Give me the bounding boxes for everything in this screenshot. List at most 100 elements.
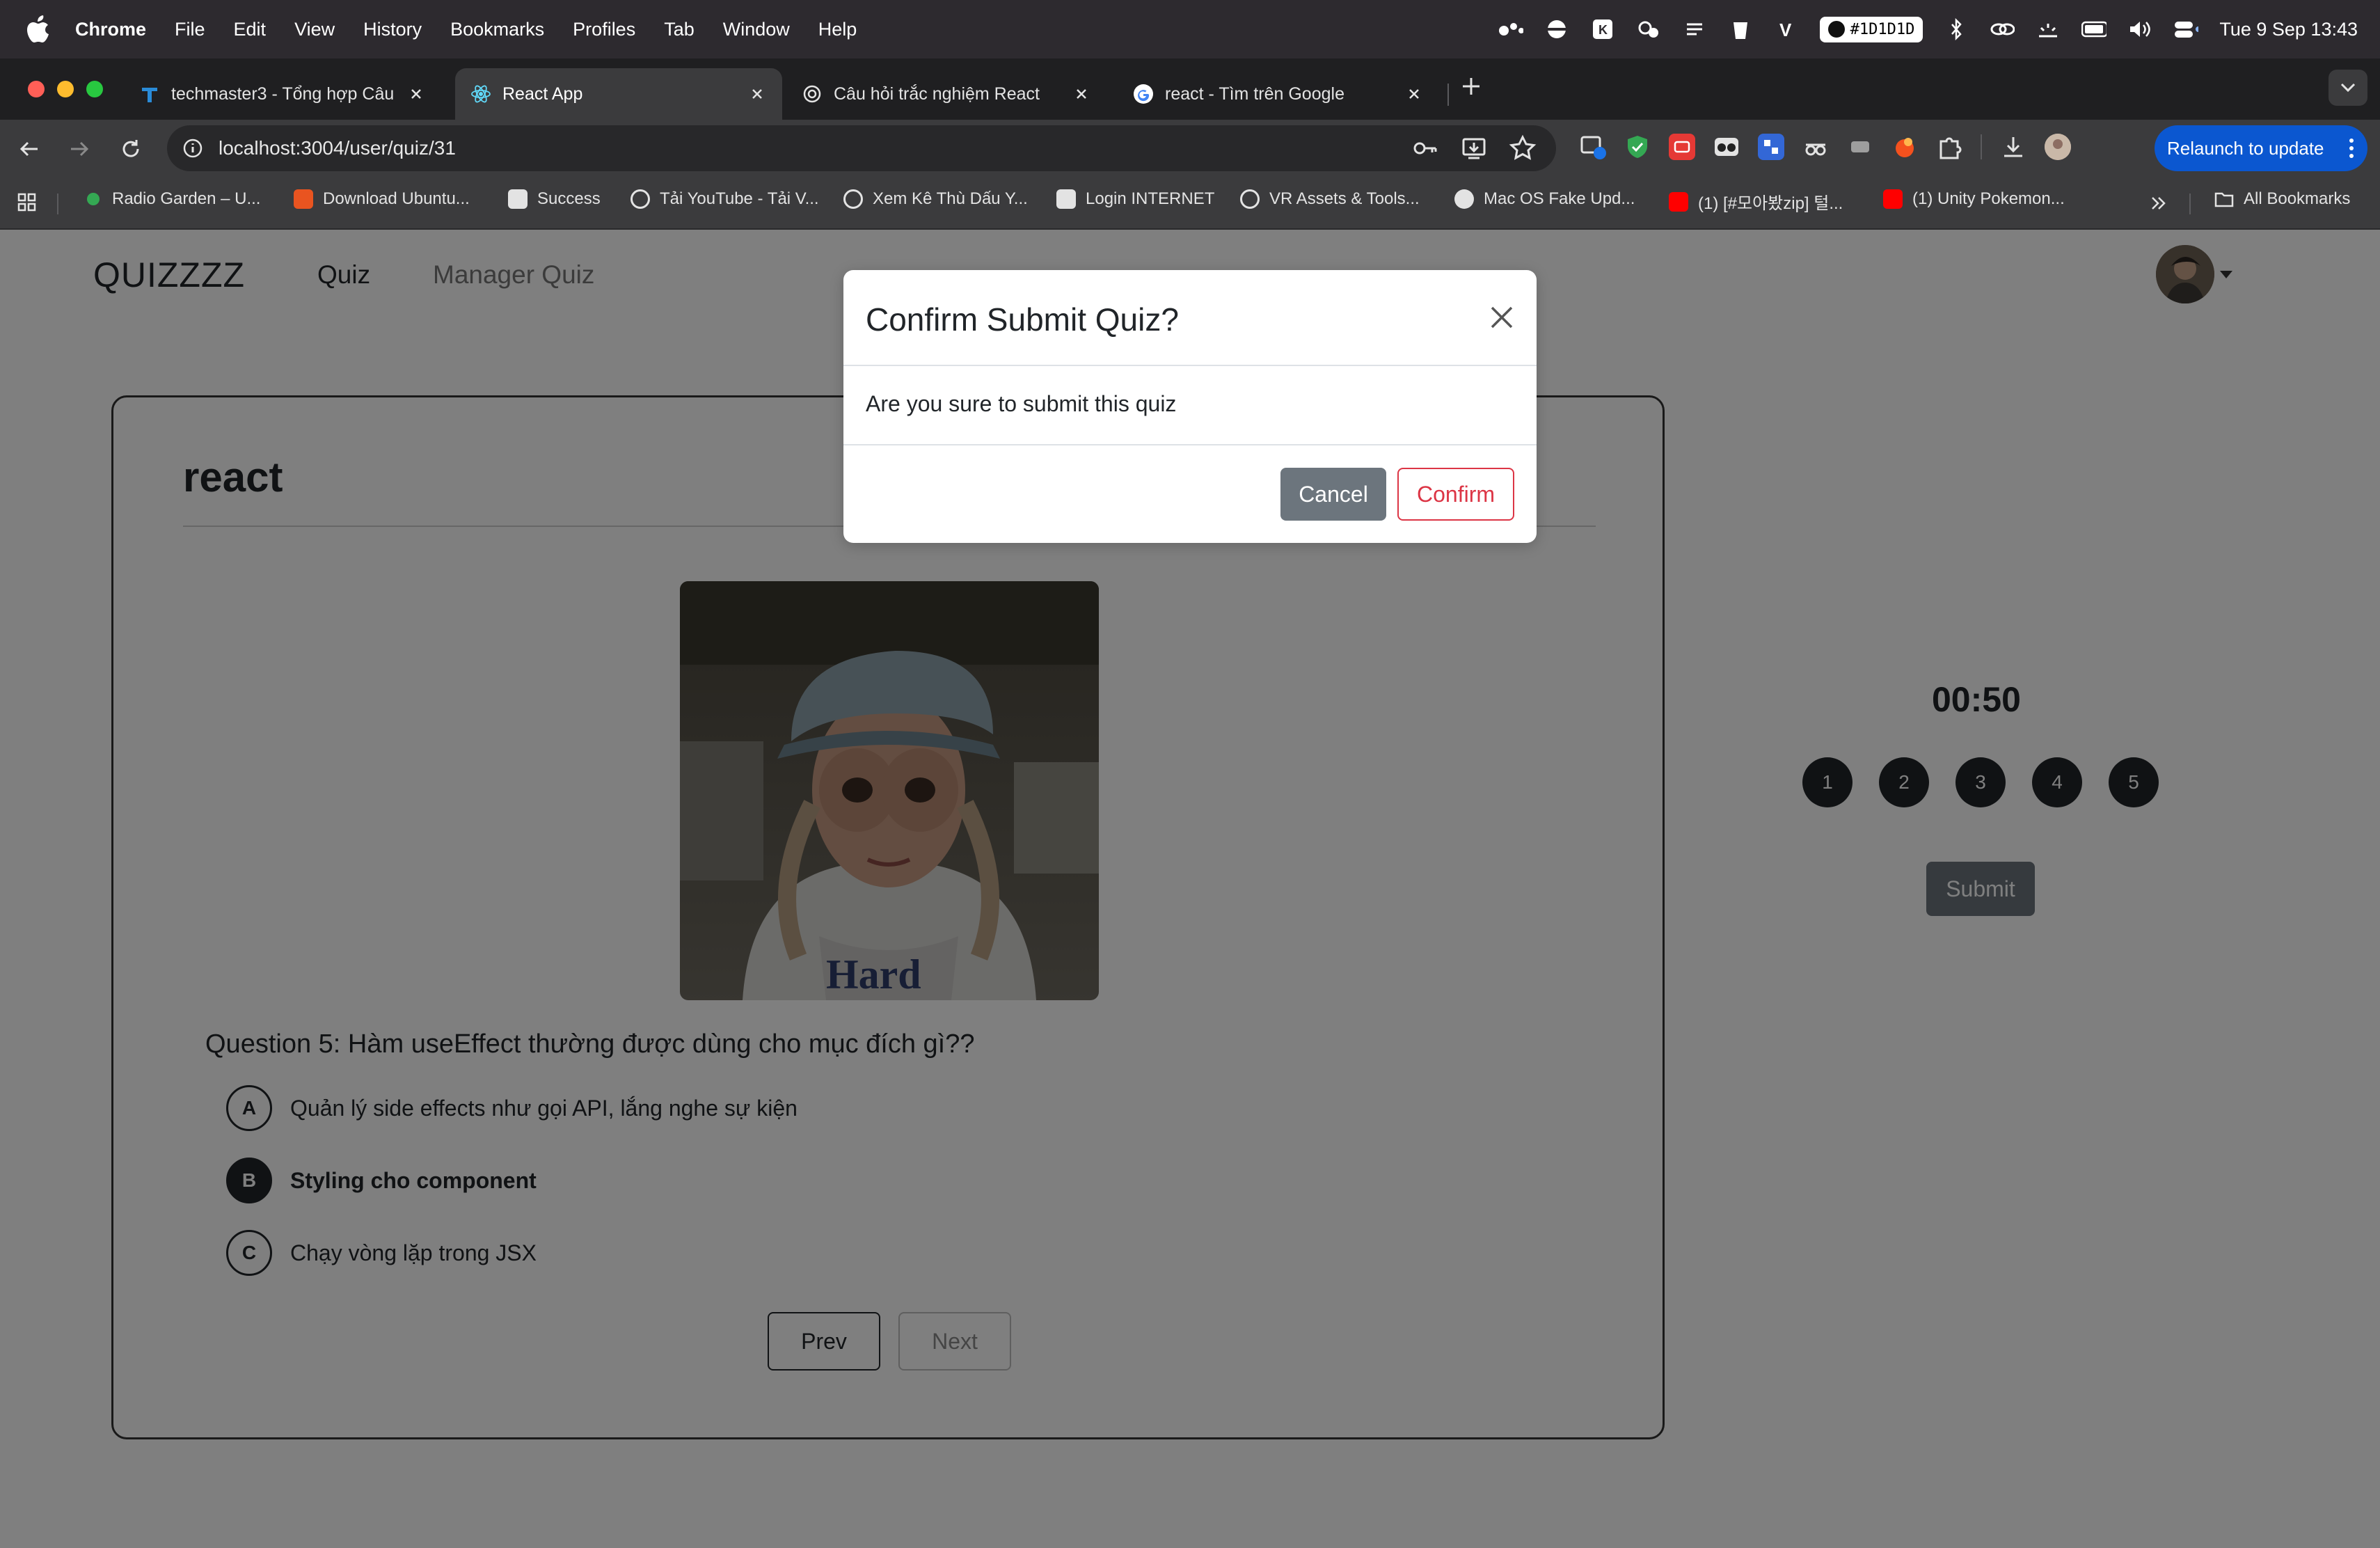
menu-view[interactable]: View xyxy=(294,19,335,40)
install-app-icon[interactable] xyxy=(1460,134,1488,162)
reload-icon xyxy=(122,140,139,157)
menu-profiles[interactable]: Profiles xyxy=(573,19,635,40)
tab-close-icon[interactable] xyxy=(1404,84,1424,104)
reload-button[interactable] xyxy=(117,135,145,163)
color-swatch-icon xyxy=(1827,21,1845,38)
menu-window[interactable]: Window xyxy=(723,19,790,40)
bookmark-xem-ke-thu[interactable]: Xem Kê Thù Dấu Y... xyxy=(843,189,1028,209)
tab-close-icon[interactable] xyxy=(1072,84,1091,104)
folder-icon xyxy=(2214,192,2234,207)
openai-favicon-icon xyxy=(803,85,821,103)
extensions-puzzle-icon[interactable] xyxy=(1936,134,1962,160)
bookmark-mac-os-fake-update[interactable]: Mac OS Fake Upd... xyxy=(1454,189,1635,209)
all-bookmarks-label: All Bookmarks xyxy=(2244,189,2351,208)
green-dot-icon xyxy=(87,193,100,205)
address-url[interactable]: localhost:3004/user/quiz/31 xyxy=(219,137,456,159)
red-extension-icon[interactable] xyxy=(1669,134,1695,160)
svg-text:V: V xyxy=(1779,19,1792,39)
cancel-button[interactable]: Cancel xyxy=(1280,468,1386,521)
volume-icon[interactable] xyxy=(2127,17,2152,42)
color-picker-widget[interactable]: #1D1D1D xyxy=(1819,16,1923,42)
apple-logo-icon[interactable] xyxy=(26,15,50,43)
tab-google-search[interactable]: react - Tìm trên Google xyxy=(1118,68,1439,120)
bookmark-unity-pokemon[interactable]: (1) Unity Pokemon... xyxy=(1883,189,2065,209)
k-app-icon[interactable]: K xyxy=(1590,17,1615,42)
profile-avatar-icon[interactable] xyxy=(2045,134,2071,160)
modal-header-divider xyxy=(843,365,1537,366)
translate-extension-icon[interactable] xyxy=(1580,134,1606,160)
tab-techmaster[interactable]: techmaster3 - Tổng hợp Câu xyxy=(124,68,441,120)
bookmark-label: VR Assets & Tools... xyxy=(1269,189,1420,208)
control-center-icon[interactable] xyxy=(2173,17,2199,42)
bookmark-label: Mac OS Fake Upd... xyxy=(1484,189,1635,208)
menu-file[interactable]: File xyxy=(175,19,205,40)
globe-icon xyxy=(843,189,863,209)
bookmarks-overflow-chevron-icon[interactable] xyxy=(2149,194,2168,213)
address-bar[interactable]: localhost:3004/user/quiz/31 xyxy=(167,125,1556,171)
new-tab-plus-icon[interactable] xyxy=(1460,75,1482,97)
chrome-tab-strip: techmaster3 - Tổng hợp Câu React App Câu… xyxy=(0,58,2380,120)
spy-extension-icon[interactable] xyxy=(1802,134,1829,160)
menu-history[interactable]: History xyxy=(363,19,422,40)
modal-title: Confirm Submit Quiz? xyxy=(866,301,1179,338)
menu-edit[interactable]: Edit xyxy=(234,19,267,40)
shield-extension-icon[interactable] xyxy=(1624,134,1651,160)
site-info-icon[interactable] xyxy=(182,138,203,159)
bookmark-label: Success xyxy=(537,189,601,208)
tab-search-button[interactable] xyxy=(2329,70,2367,106)
lines-status-icon[interactable] xyxy=(1682,17,1707,42)
arrow-right-icon xyxy=(71,141,89,157)
modal-close-button[interactable] xyxy=(1485,301,1518,334)
tab-close-icon[interactable] xyxy=(747,84,767,104)
tab-cau-hoi-trac-nghiem[interactable]: Câu hỏi trắc nghiệm React xyxy=(786,68,1106,120)
window-minimize-button[interactable] xyxy=(57,81,74,97)
bookmark-label: Download Ubuntu... xyxy=(323,189,470,208)
menu-tab[interactable]: Tab xyxy=(664,19,695,40)
menu-help[interactable]: Help xyxy=(818,19,857,40)
link-icon[interactable] xyxy=(1990,17,2015,42)
downloads-icon[interactable] xyxy=(2000,134,2026,160)
menu-app-chrome[interactable]: Chrome xyxy=(75,19,146,40)
arrow-left-icon xyxy=(19,141,38,157)
forward-button[interactable] xyxy=(65,135,93,163)
weather-icon[interactable] xyxy=(1636,17,1661,42)
password-key-icon[interactable] xyxy=(1411,134,1439,162)
half-circle-status-icon[interactable] xyxy=(1544,17,1569,42)
all-bookmarks-folder[interactable]: All Bookmarks xyxy=(2214,189,2350,209)
techmaster-favicon-icon xyxy=(142,88,157,102)
blue-extension-icon[interactable] xyxy=(1758,134,1784,160)
v-app-icon[interactable]: V xyxy=(1774,17,1799,42)
relaunch-label: Relaunch to update xyxy=(2167,137,2324,159)
window-zoom-button[interactable] xyxy=(86,81,103,97)
tab-close-icon[interactable] xyxy=(406,84,426,104)
bookmark-download-ubuntu[interactable]: Download Ubuntu... xyxy=(294,189,470,209)
gray-extension-icon[interactable] xyxy=(1847,134,1873,160)
orange-extension-icon[interactable] xyxy=(1891,134,1918,160)
battery-icon[interactable] xyxy=(2081,17,2107,42)
bookmark-success[interactable]: Success xyxy=(508,189,601,209)
apps-grid-icon[interactable] xyxy=(17,192,38,213)
window-close-button[interactable] xyxy=(28,81,45,97)
brightness-icon[interactable] xyxy=(2036,17,2061,42)
dots-status-icon[interactable] xyxy=(1498,17,1523,42)
bluetooth-icon[interactable] xyxy=(1944,17,1969,42)
svg-text:K: K xyxy=(1598,23,1608,37)
tab-react-app[interactable]: React App xyxy=(455,68,782,120)
back-button[interactable] xyxy=(15,135,43,163)
bookmark-star-icon[interactable] xyxy=(1509,134,1537,162)
menu-bookmarks[interactable]: Bookmarks xyxy=(450,19,544,40)
bookmark-tai-youtube[interactable]: Tải YouTube - Tải V... xyxy=(630,189,819,209)
bookmark-label: Radio Garden – U... xyxy=(112,189,261,208)
relaunch-to-update-button[interactable]: Relaunch to update xyxy=(2155,125,2367,171)
clock-datetime[interactable]: Tue 9 Sep 13:43 xyxy=(2219,19,2358,40)
extensions-row xyxy=(1580,134,2071,160)
bookmark-radio-garden[interactable]: Radio Garden – U... xyxy=(84,189,260,209)
youtube-icon xyxy=(1669,191,1688,212)
bookmark-youtube-moa[interactable]: (1) [#모아봤zip] 털... xyxy=(1669,189,1843,214)
bookmark-vr-assets[interactable]: VR Assets & Tools... xyxy=(1240,189,1420,209)
bookmark-login-internet[interactable]: Login INTERNET xyxy=(1056,189,1214,209)
cup-icon[interactable] xyxy=(1728,17,1753,42)
confirm-button[interactable]: Confirm xyxy=(1397,468,1514,521)
glasses-extension-icon[interactable] xyxy=(1713,134,1740,160)
more-vert-icon xyxy=(2349,139,2354,158)
